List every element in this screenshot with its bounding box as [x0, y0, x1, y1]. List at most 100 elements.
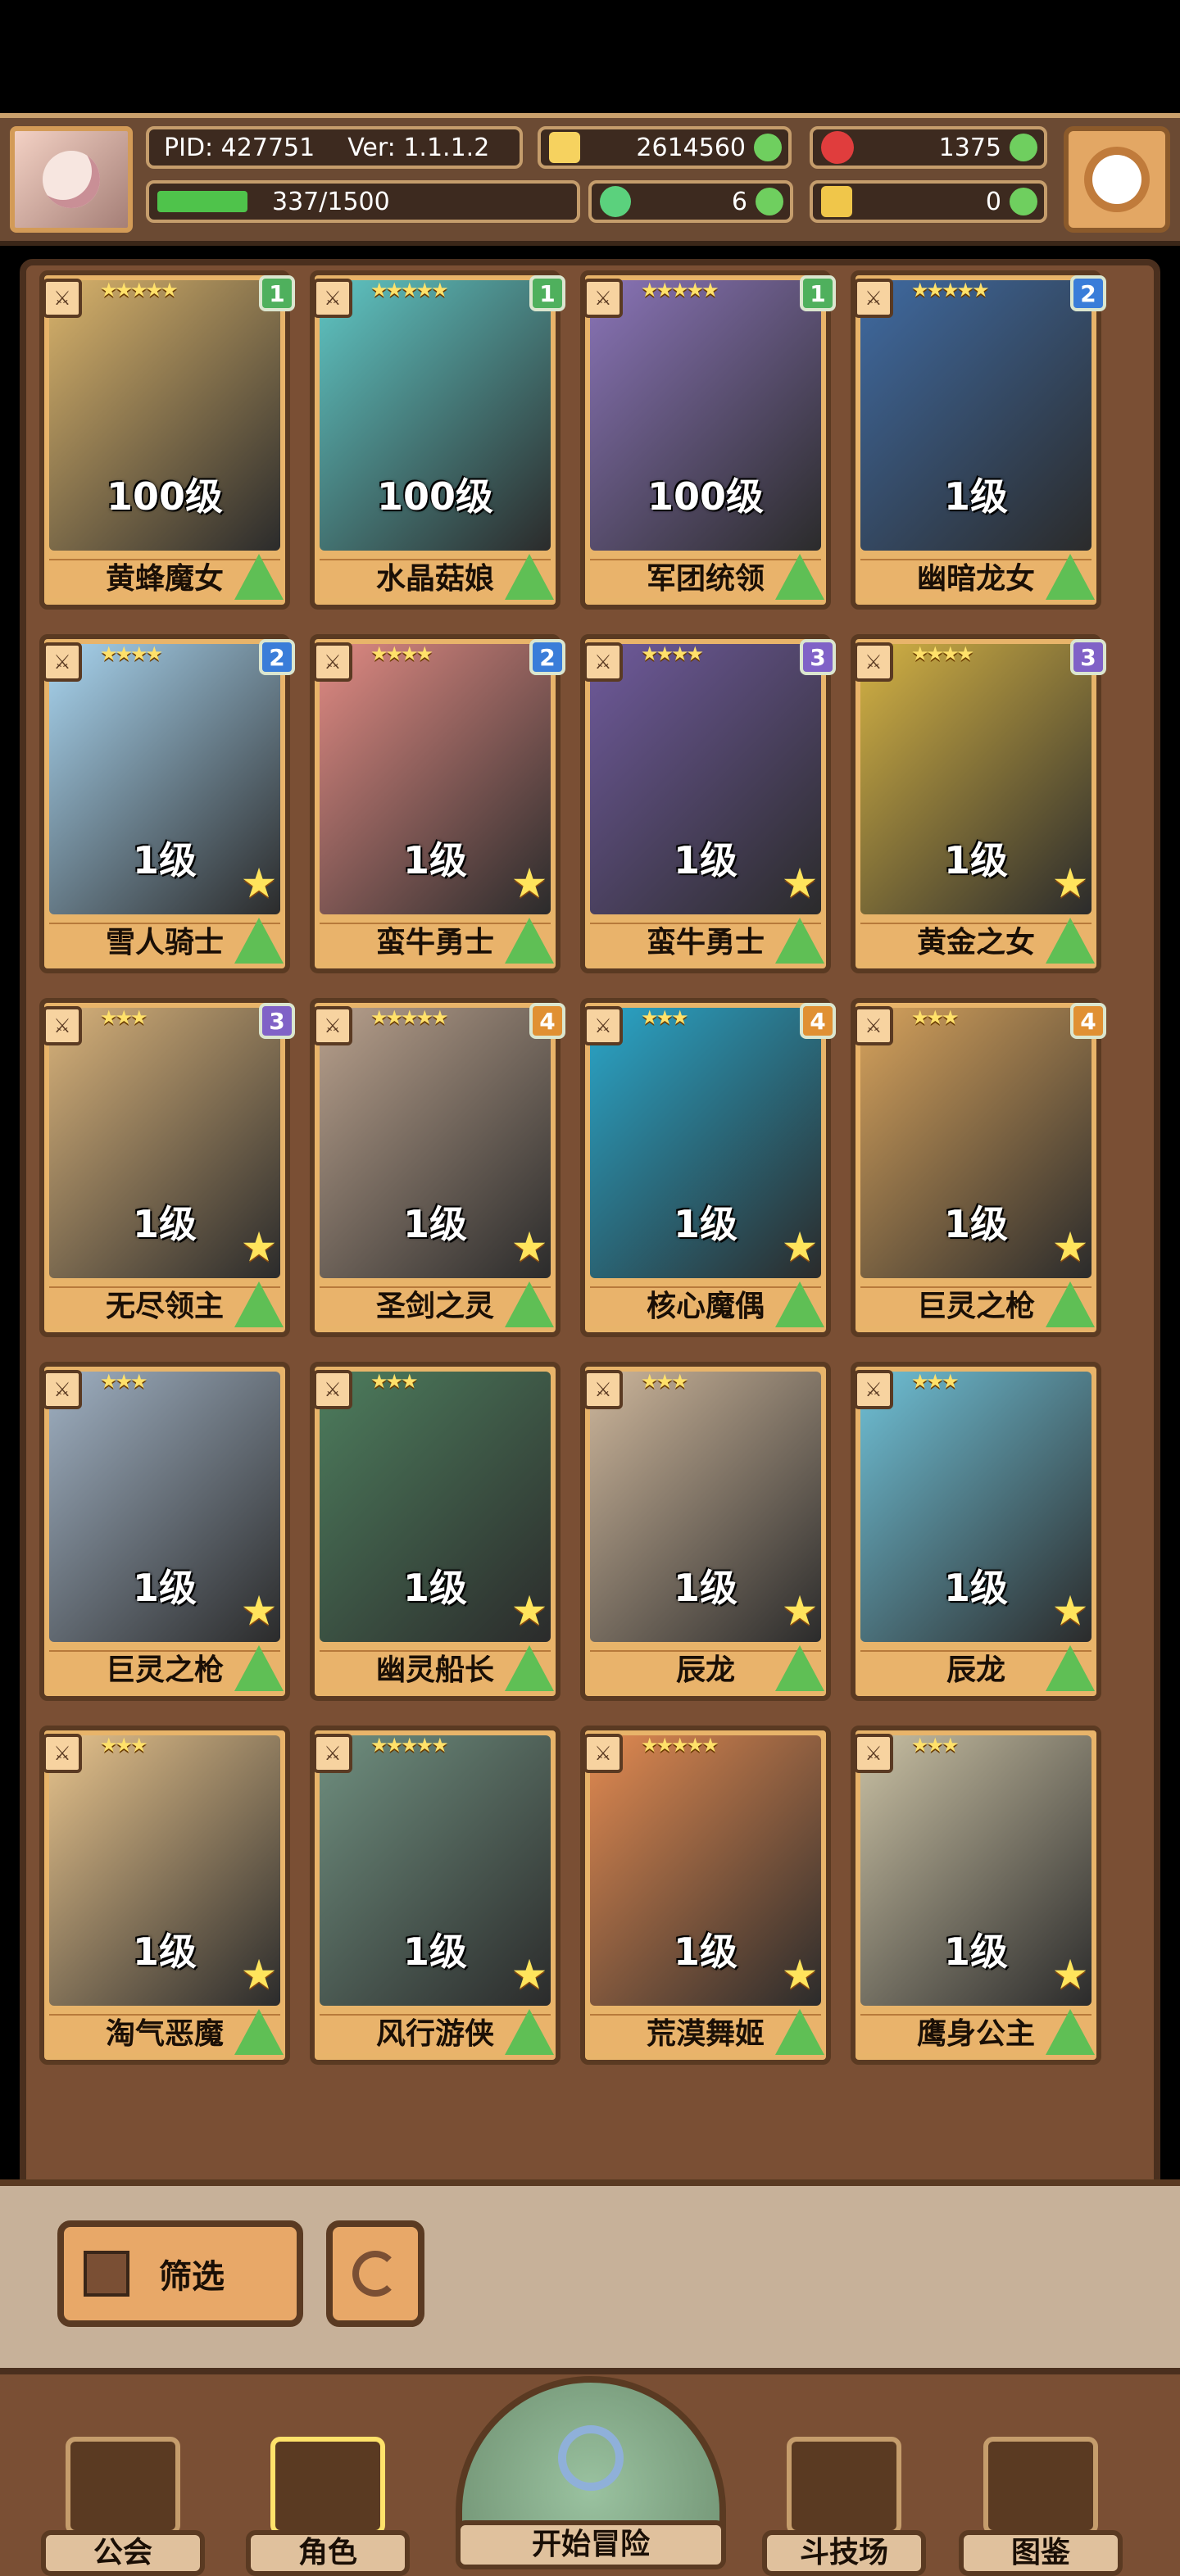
- pid-row: PID: 427751 Ver: 1.1.1.2: [146, 126, 523, 169]
- gems-plus-icon[interactable]: [1010, 134, 1037, 161]
- star-icon[interactable]: ★: [506, 1588, 552, 1634]
- weapon-type-icon: ⚔: [854, 279, 893, 318]
- upgrade-arrow-icon[interactable]: [774, 1642, 826, 1694]
- star-icon[interactable]: ★: [506, 1952, 552, 1998]
- rarity-stars: ★★★: [911, 1734, 960, 1757]
- tier-badge: 3: [800, 639, 836, 675]
- start-adventure-button[interactable]: 开始冒险: [456, 2376, 726, 2569]
- upgrade-arrow-icon[interactable]: [233, 914, 285, 967]
- star-icon[interactable]: ★: [1047, 1224, 1093, 1270]
- character-card[interactable]: ⚔ ★★★ 1级 淘气恶魔 ★: [39, 1726, 290, 2065]
- character-card[interactable]: ⚔ ★★★ 4 1级 巨灵之枪 ★: [851, 998, 1106, 1337]
- tier-badge: 3: [259, 1003, 295, 1039]
- energy-text: 337/1500: [272, 187, 390, 216]
- character-card[interactable]: ⚔ ★★★ 1级 鹰身公主 ★: [851, 1726, 1101, 2065]
- nav-codex[interactable]: 图鉴: [959, 2412, 1123, 2576]
- upgrade-arrow-icon[interactable]: [503, 2006, 556, 2058]
- filter-button[interactable]: 筛选: [57, 2220, 303, 2327]
- upgrade-arrow-icon[interactable]: [1044, 2006, 1096, 2058]
- star-icon[interactable]: ★: [777, 1952, 823, 1998]
- star-icon[interactable]: ★: [506, 860, 552, 906]
- upgrade-arrow-shape: [234, 1645, 284, 1691]
- top-hud: PID: 427751 Ver: 1.1.1.2 2614560 1375 33…: [0, 113, 1180, 246]
- nav-character[interactable]: 角色: [246, 2412, 410, 2576]
- character-card[interactable]: ⚔ ★★★ 1级 幽灵船长 ★: [310, 1362, 560, 1701]
- upgrade-arrow-shape: [234, 554, 284, 600]
- character-card[interactable]: ⚔ ★★★ 1级 辰龙 ★: [851, 1362, 1101, 1701]
- character-card[interactable]: ⚔ ★★★★★ 1级 风行游侠 ★: [310, 1726, 560, 2065]
- gems-row: 1375: [810, 126, 1047, 169]
- star-icon[interactable]: ★: [1047, 1588, 1093, 1634]
- upgrade-arrow-icon[interactable]: [503, 914, 556, 967]
- upgrade-arrow-icon[interactable]: [503, 1642, 556, 1694]
- rarity-stars: ★★★★★: [370, 1734, 449, 1757]
- rarity-stars: ★★★★★: [641, 279, 719, 302]
- character-card[interactable]: ⚔ ★★★★★ 2 1级 幽暗龙女: [851, 270, 1106, 610]
- upgrade-arrow-shape: [234, 2009, 284, 2055]
- upgrade-arrow-icon[interactable]: [774, 551, 826, 603]
- upgrade-arrow-icon[interactable]: [1044, 914, 1096, 967]
- upgrade-arrow-icon[interactable]: [774, 1278, 826, 1331]
- character-card[interactable]: ⚔ ★★★ 1级 巨灵之枪 ★: [39, 1362, 290, 1701]
- avatar-face: [43, 151, 100, 208]
- character-card[interactable]: ⚔ ★★★ 1级 辰龙 ★: [580, 1362, 831, 1701]
- level-text: 1级: [943, 474, 1008, 519]
- character-card[interactable]: ⚔ ★★★★★ 1 100级 军团统领: [580, 270, 836, 610]
- star-icon[interactable]: ★: [1047, 1952, 1093, 1998]
- gold-plus-icon[interactable]: [754, 134, 782, 161]
- character-card[interactable]: ⚔ ★★★★★ 4 1级 圣剑之灵 ★: [310, 998, 565, 1337]
- weapon-type-icon: ⚔: [583, 642, 623, 682]
- tier-badge: 1: [529, 275, 565, 311]
- upgrade-arrow-icon[interactable]: [503, 1278, 556, 1331]
- upgrade-arrow-icon[interactable]: [503, 551, 556, 603]
- gear-icon: [1092, 155, 1141, 204]
- star-icon[interactable]: ★: [1047, 860, 1093, 906]
- settings-button[interactable]: [1064, 126, 1170, 233]
- star-icon[interactable]: ★: [236, 1588, 282, 1634]
- upgrade-arrow-icon[interactable]: [774, 914, 826, 967]
- upgrade-arrow-icon[interactable]: [233, 1278, 285, 1331]
- star-icon[interactable]: ★: [506, 1224, 552, 1270]
- upgrade-arrow-shape: [775, 1281, 824, 1327]
- character-card[interactable]: ⚔ ★★★ 3 1级 无尽领主 ★: [39, 998, 295, 1337]
- refresh-button[interactable]: [326, 2220, 424, 2327]
- clover-plus-icon[interactable]: [756, 188, 783, 215]
- character-card[interactable]: ⚔ ★★★★ 3 1级 蛮牛勇士 ★: [580, 634, 836, 973]
- upgrade-arrow-icon[interactable]: [233, 1642, 285, 1694]
- tier-badge: 1: [800, 275, 836, 311]
- rarity-stars: ★★★: [641, 1006, 689, 1029]
- nav-guild[interactable]: 公会: [41, 2412, 205, 2576]
- upgrade-arrow-shape: [234, 1281, 284, 1327]
- rarity-stars: ★★★: [100, 1006, 148, 1029]
- character-card[interactable]: ⚔ ★★★★★ 1 100级 黄蜂魔女: [39, 270, 295, 610]
- upgrade-arrow-icon[interactable]: [1044, 1278, 1096, 1331]
- character-card[interactable]: ⚔ ★★★★★ 1级 荒漠舞姬 ★: [580, 1726, 831, 2065]
- upgrade-arrow-icon[interactable]: [233, 2006, 285, 2058]
- character-card[interactable]: ⚔ ★★★ 4 1级 核心魔偶 ★: [580, 998, 836, 1337]
- upgrade-arrow-icon[interactable]: [233, 551, 285, 603]
- tier-badge: 4: [529, 1003, 565, 1039]
- star-icon[interactable]: ★: [236, 1224, 282, 1270]
- upgrade-arrow-icon[interactable]: [774, 2006, 826, 2058]
- nav-arena[interactable]: 斗技场: [762, 2412, 926, 2576]
- rarity-stars: ★★★★★: [370, 279, 449, 302]
- weapon-type-icon: ⚔: [43, 1006, 82, 1045]
- star-icon[interactable]: ★: [236, 1952, 282, 1998]
- upgrade-arrow-icon[interactable]: [1044, 1642, 1096, 1694]
- character-card[interactable]: ⚔ ★★★★ 3 1级 黄金之女 ★: [851, 634, 1106, 973]
- rarity-stars: ★★★★: [370, 642, 433, 665]
- star-icon[interactable]: ★: [236, 860, 282, 906]
- upgrade-arrow-icon[interactable]: [1044, 551, 1096, 603]
- star-icon[interactable]: ★: [777, 1224, 823, 1270]
- character-card[interactable]: ⚔ ★★★★★ 1 100级 水晶菇娘: [310, 270, 565, 610]
- star-icon[interactable]: ★: [777, 1588, 823, 1634]
- rarity-stars: ★★★: [370, 1370, 419, 1393]
- player-avatar[interactable]: [10, 126, 133, 233]
- tickets-plus-icon[interactable]: [1010, 188, 1037, 215]
- star-icon[interactable]: ★: [777, 860, 823, 906]
- character-card[interactable]: ⚔ ★★★★ 2 1级 雪人骑士 ★: [39, 634, 295, 973]
- gems-amount: 1375: [938, 133, 1001, 162]
- character-card[interactable]: ⚔ ★★★★ 2 1级 蛮牛勇士 ★: [310, 634, 565, 973]
- weapon-type-icon: ⚔: [583, 1370, 623, 1409]
- ruby-icon: [821, 131, 854, 164]
